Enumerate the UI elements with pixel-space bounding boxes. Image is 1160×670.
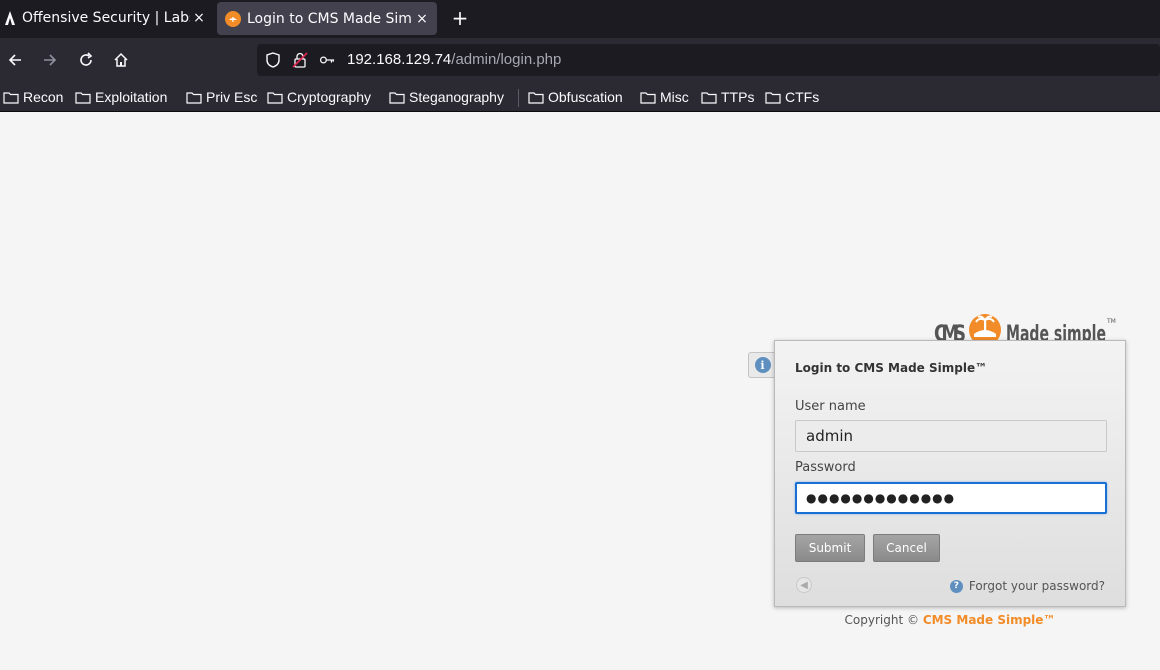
info-icon: i [754, 357, 771, 373]
close-icon[interactable]: × [190, 10, 208, 26]
folder-icon [389, 91, 405, 104]
forgot-password-link[interactable]: ? Forgot your password? [949, 579, 1105, 593]
bookmark-label: Misc [660, 89, 689, 105]
svg-text:TM: TM [1106, 318, 1116, 325]
folder-icon [528, 91, 544, 104]
close-icon[interactable]: × [413, 11, 431, 27]
folder-icon [640, 91, 656, 104]
bookmark-label: Obfuscation [548, 89, 623, 105]
forward-arrow-icon[interactable] [38, 48, 62, 72]
tab-offensive-security[interactable]: Offensive Security | Labs | × [0, 0, 214, 36]
cms-icon [225, 10, 241, 27]
url-host: 192.168.129.74 [347, 51, 452, 68]
bookmark-exploitation[interactable]: Exploitation [75, 87, 167, 107]
login-form: Login to CMS Made Simple™ User name admi… [774, 340, 1126, 607]
folder-icon [267, 91, 283, 104]
folder-icon [186, 91, 202, 104]
url-path: /admin/login.php [451, 51, 562, 68]
cancel-button[interactable]: Cancel [873, 534, 940, 562]
help-icon: ? [949, 579, 963, 593]
copyright-prefix: Copyright © [844, 613, 923, 627]
password-label: Password [795, 460, 856, 475]
bookmark-label: Priv Esc [206, 89, 258, 105]
bookmark-ctfs[interactable]: CTFs [765, 87, 819, 107]
submit-button[interactable]: Submit [795, 534, 865, 562]
back-circle-icon[interactable]: ◀ [796, 577, 812, 593]
bookmark-label: Exploitation [95, 89, 168, 105]
bookmark-priv-esc[interactable]: Priv Esc [186, 87, 257, 107]
bookmark-recon[interactable]: Recon [3, 87, 63, 107]
copyright-brand-link[interactable]: CMS Made Simple™ [923, 613, 1056, 627]
bookmark-obfuscation[interactable]: Obfuscation [528, 87, 623, 107]
back-arrow-icon[interactable] [3, 48, 27, 72]
bookmark-label: CTFs [785, 89, 820, 105]
bookmark-cryptography[interactable]: Cryptography [267, 87, 371, 107]
nav-bar: 192.168.129.74/admin/login.php [0, 38, 1160, 82]
bookmark-label: Recon [23, 89, 64, 105]
bookmark-label: TTPs [721, 89, 755, 105]
tab-label: Offensive Security | Labs | [22, 10, 190, 26]
copyright-text: Copyright © CMS Made Simple™ [774, 613, 1126, 627]
new-tab-button[interactable]: + [446, 6, 474, 32]
tab-label: Login to CMS Made Simpl [247, 10, 413, 27]
home-icon[interactable] [109, 48, 133, 72]
forgot-password-label: Forgot your password? [968, 579, 1105, 593]
shield-icon[interactable] [265, 52, 281, 68]
login-title: Login to CMS Made Simple™ [795, 361, 988, 375]
folder-icon [3, 91, 19, 104]
offsec-icon [2, 10, 18, 26]
info-toggle[interactable]: i [748, 352, 776, 378]
folder-icon [75, 91, 91, 104]
tab-cms-login[interactable]: Login to CMS Made Simpl × [217, 2, 437, 35]
key-icon[interactable] [319, 52, 335, 68]
reload-icon[interactable] [74, 48, 98, 72]
url-bar[interactable]: 192.168.129.74/admin/login.php [257, 44, 1160, 76]
bookmarks-separator [518, 89, 519, 107]
bookmarks-toolbar: Recon Exploitation Priv Esc Cryptography… [0, 82, 1160, 112]
username-label: User name [795, 399, 866, 414]
bookmark-ttps[interactable]: TTPs [701, 87, 754, 107]
bookmark-steganography[interactable]: Steganography [389, 87, 504, 107]
folder-icon [765, 91, 781, 104]
tab-bar: Offensive Security | Labs | × Login to C… [0, 0, 1160, 38]
url-text[interactable]: 192.168.129.74/admin/login.php [347, 51, 561, 68]
bookmark-label: Cryptography [287, 89, 372, 105]
folder-icon [701, 91, 717, 104]
password-field[interactable]: ●●●●●●●●●●●●● [795, 482, 1107, 514]
bookmark-label: Steganography [409, 89, 504, 105]
username-field[interactable]: admin [795, 420, 1107, 452]
insecure-lock-icon[interactable] [292, 52, 308, 68]
bookmark-misc[interactable]: Misc [640, 87, 689, 107]
